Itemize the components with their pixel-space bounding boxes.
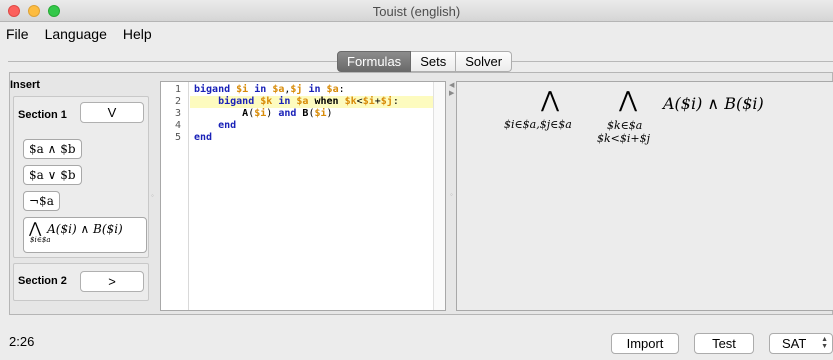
split-grip-icon[interactable]: ◦ [151, 191, 154, 200]
section-2-box: Section 2 > [13, 263, 149, 301]
bigand-subscript-2a: $k∈$a [607, 119, 643, 132]
section-2-label: Section 2 [18, 275, 67, 287]
title-bar: Touist (english) [0, 0, 833, 22]
snippet-not-button[interactable]: ¬$a [23, 191, 60, 211]
menu-file[interactable]: File [6, 26, 29, 42]
snippet-and-button[interactable]: $a ∧ $b [23, 139, 82, 159]
window-title: Touist (english) [372, 4, 461, 19]
snippet-bigand-button[interactable]: ⋀ A($i) ∧ B($i) $i∈$a [23, 217, 147, 253]
bigand-symbol-1: ⋀ [541, 88, 560, 113]
split-grip-icon[interactable]: ◦ [450, 190, 453, 199]
bigand-symbol-2: ⋀ [619, 88, 638, 113]
collapse-right-icon[interactable]: ▶ [449, 90, 454, 98]
cursor-position: 2:26 [9, 334, 35, 349]
line-number: 2 [174, 96, 181, 107]
editor-scrollbar[interactable] [433, 82, 445, 310]
menu-bar: File Language Help [0, 22, 833, 46]
line-number: 5 [174, 132, 181, 143]
latex-preview: ⋀ $i∈$a,$j∈$a ⋀ $k∈$a $k<$i+$j A($i) ∧ B… [456, 81, 833, 311]
snippet-or-button[interactable]: $a ∨ $b [23, 165, 82, 185]
line-number: 4 [174, 120, 181, 131]
line-number: 1 [174, 84, 181, 95]
bigand-subscript: $i∈$a [30, 236, 51, 244]
section-2-toggle-button[interactable]: > [80, 271, 144, 292]
section-1-box: Section 1 V $a ∧ $b $a ∨ $b ¬$a ⋀ A($i) … [13, 96, 149, 258]
tab-bar: Formulas Sets Solver [337, 51, 513, 72]
bigand-subscript-2b: $k<$i+$j [597, 132, 651, 145]
insert-panel: Insert Section 1 V $a ∧ $b $a ∨ $b ¬$a ⋀… [10, 77, 154, 310]
tab-solver[interactable]: Solver [456, 51, 513, 72]
solver-select[interactable]: SAT ▲ ▼ [769, 333, 833, 354]
code-line-2: bigand $k in $a when $k<$i+$j: [218, 96, 399, 107]
formula-editor[interactable]: 1 2 3 4 5 bigand $i in $a,$j in $a: biga… [160, 81, 446, 311]
section-1-toggle-button[interactable]: V [80, 102, 144, 123]
bigand-body: A($i) ∧ B($i) [47, 222, 123, 236]
insert-title: Insert [10, 79, 40, 91]
code-line-4: end [218, 120, 237, 131]
line-number-gutter: 1 2 3 4 5 [161, 82, 189, 310]
menu-language[interactable]: Language [45, 26, 107, 42]
bigand-subscript-1: $i∈$a,$j∈$a [504, 118, 572, 131]
test-button[interactable]: Test [694, 333, 754, 354]
tab-sets[interactable]: Sets [411, 51, 457, 72]
bigand-symbol: ⋀ [29, 219, 42, 237]
code-line-5: end [194, 132, 213, 143]
formula-body: A($i) ∧ B($i) [663, 94, 764, 113]
menu-help[interactable]: Help [123, 26, 152, 42]
split-pane-arrows[interactable]: ◀ ▶ [449, 82, 454, 98]
import-button[interactable]: Import [611, 333, 679, 354]
collapse-left-icon[interactable]: ◀ [449, 82, 454, 90]
select-stepper-icon: ▲ ▼ [821, 336, 828, 350]
line-number: 3 [174, 108, 181, 119]
section-1-label: Section 1 [18, 109, 67, 121]
tab-formulas[interactable]: Formulas [337, 51, 412, 72]
code-line-3: A($i) and B($i) [242, 108, 333, 119]
code-line-1: bigand $i in $a,$j in $a: [194, 84, 345, 95]
solver-select-value: SAT [782, 336, 807, 351]
